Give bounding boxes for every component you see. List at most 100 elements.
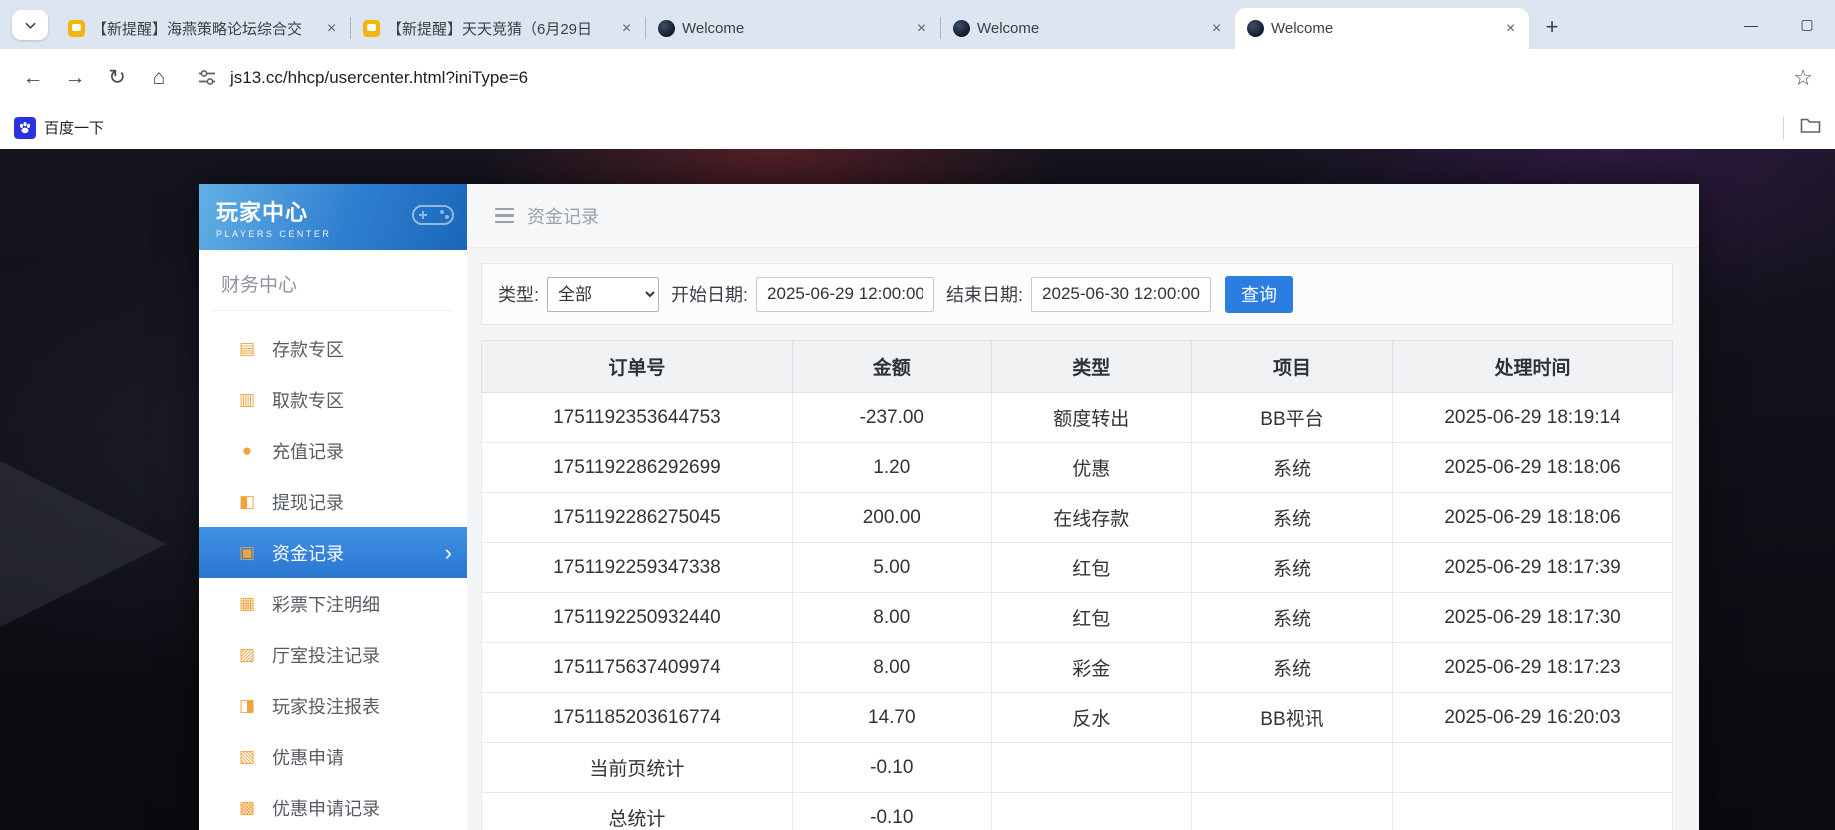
table-row: 1751192250932440 8.00 红包 系统 2025-06-29 1… <box>481 592 1673 643</box>
funds-table: 订单号 金额 类型 项目 处理时间 1751192353644753 -237.… <box>481 340 1673 830</box>
site-favicon <box>1247 20 1264 37</box>
site-settings-icon[interactable] <box>198 69 216 87</box>
cell-order-id: 1751175637409974 <box>481 642 793 693</box>
cell-project: BB视讯 <box>1190 692 1394 743</box>
coin-icon: ● <box>241 440 253 460</box>
refresh-button[interactable]: ↻ <box>96 57 138 99</box>
cell-type: 红包 <box>990 542 1192 593</box>
table-row: 1751175637409974 8.00 彩金 系统 2025-06-29 1… <box>481 642 1673 693</box>
close-icon[interactable]: × <box>911 18 932 39</box>
sidebar-item-label: 资金记录 <box>272 543 344 564</box>
address-bar[interactable]: js13.cc/hhcp/usercenter.html?iniType=6 ☆ <box>186 57 1823 99</box>
tab-bar: 【新提醒】海燕策略论坛综合交 × 【新提醒】天天竞猜（6月29日 × Welco… <box>0 0 1835 49</box>
window-controls: — ▢ <box>1723 0 1835 49</box>
cell-order-id: 1751192250932440 <box>481 592 793 643</box>
gamepad-icon <box>411 200 455 235</box>
cell-time: 2025-06-29 18:17:30 <box>1392 592 1673 643</box>
sidebar-item-label: 存款专区 <box>272 339 344 360</box>
cell-amount: 8.00 <box>791 642 992 693</box>
report-icon: ◨ <box>238 695 256 715</box>
tab-title: 【新提醒】天天竞猜（6月29日 <box>387 21 593 38</box>
close-icon[interactable]: × <box>1500 18 1521 39</box>
tab-4[interactable]: Welcome × <box>941 8 1235 49</box>
chat-favicon <box>68 20 85 37</box>
close-icon[interactable]: × <box>616 18 637 39</box>
cell-project: 系统 <box>1190 492 1394 543</box>
url-text[interactable]: js13.cc/hhcp/usercenter.html?iniType=6 <box>230 68 528 88</box>
tab-search-button[interactable] <box>12 10 48 40</box>
search-button[interactable]: 查询 <box>1225 275 1294 313</box>
gift-icon: ▧ <box>238 746 256 766</box>
sidebar-item-label: 彩票下注明细 <box>272 594 380 615</box>
type-select[interactable]: 全部 <box>547 276 660 312</box>
bookmark-star-icon[interactable]: ☆ <box>1783 65 1823 91</box>
minimize-button[interactable]: — <box>1723 0 1779 49</box>
sidebar-item-promo-history[interactable]: ▩ 优惠申请记录 <box>199 782 467 830</box>
cell-time: 2025-06-29 16:20:03 <box>1392 692 1673 743</box>
cell-time: 2025-06-29 18:19:14 <box>1392 392 1673 443</box>
background-triangle-decoration <box>0 449 166 639</box>
sidebar-item-withdraw-history[interactable]: ◧ 提现记录 <box>199 476 467 527</box>
sidebar-item-label: 玩家投注报表 <box>272 696 380 717</box>
sidebar-item-deposit[interactable]: ▤ 存款专区 <box>199 323 467 374</box>
cell-amount: 14.70 <box>791 692 992 743</box>
forward-button[interactable]: → <box>54 57 96 99</box>
cell-type: 彩金 <box>990 642 1192 693</box>
home-button[interactable]: ⌂ <box>138 57 180 99</box>
sidebar-menu: ▤ 存款专区 ▥ 取款专区 ● 充值记录 ◧ 提现记录 ▣ 资金记录 › ▦ 彩… <box>199 311 467 830</box>
start-date-input[interactable] <box>756 276 935 312</box>
cell-time: 2025-06-29 18:18:06 <box>1392 492 1673 543</box>
cell-project: BB平台 <box>1190 392 1394 443</box>
page-background: 玩家中心 PLAYERS CENTER 财务中心 ▤ 存款专区 ▥ 取款专区 ●… <box>0 149 1835 830</box>
chat-favicon <box>363 20 380 37</box>
summary-amount: -0.10 <box>791 742 992 793</box>
summary-empty <box>1190 792 1394 830</box>
table-row: 1751185203616774 14.70 反水 BB视讯 2025-06-2… <box>481 692 1673 743</box>
sidebar-item-recharge-history[interactable]: ● 充值记录 <box>199 425 467 476</box>
maximize-button[interactable]: ▢ <box>1779 0 1835 49</box>
column-header: 订单号 <box>481 340 793 393</box>
tab-3[interactable]: Welcome × <box>646 8 940 49</box>
table-row: 1751192286275045 200.00 在线存款 系统 2025-06-… <box>481 492 1673 543</box>
sidebar-item-label: 厅室投注记录 <box>272 645 380 666</box>
sidebar-item-hall-bets[interactable]: ▨ 厅室投注记录 <box>199 629 467 680</box>
close-icon[interactable]: × <box>321 18 342 39</box>
cell-project: 系统 <box>1190 592 1394 643</box>
tab-2[interactable]: 【新提醒】天天竞猜（6月29日 × <box>351 8 645 49</box>
sidebar-item-label: 优惠申请记录 <box>272 798 380 819</box>
other-bookmarks-folder-icon[interactable] <box>1800 116 1821 139</box>
sidebar-item-funds-record[interactable]: ▣ 资金记录 › <box>199 527 467 578</box>
tab-5-active[interactable]: Welcome × <box>1235 8 1529 49</box>
bookmarks-bar: 百度一下 <box>0 106 1835 149</box>
back-button[interactable]: ← <box>12 57 54 99</box>
cell-time: 2025-06-29 18:17:23 <box>1392 642 1673 693</box>
sidebar: 玩家中心 PLAYERS CENTER 财务中心 ▤ 存款专区 ▥ 取款专区 ●… <box>199 184 467 830</box>
cell-type: 在线存款 <box>990 492 1192 543</box>
summary-empty <box>1190 742 1394 793</box>
sidebar-item-withdraw[interactable]: ▥ 取款专区 <box>199 374 467 425</box>
cell-order-id: 1751192353644753 <box>481 392 793 443</box>
new-tab-button[interactable]: + <box>1537 12 1567 42</box>
end-date-input[interactable] <box>1031 276 1212 312</box>
table-row: 1751192353644753 -237.00 额度转出 BB平台 2025-… <box>481 392 1673 443</box>
chevron-down-icon <box>24 22 36 29</box>
sidebar-item-lottery-bets[interactable]: ▦ 彩票下注明细 <box>199 578 467 629</box>
page-title: 资金记录 <box>527 206 599 227</box>
sidebar-item-bet-report[interactable]: ◨ 玩家投注报表 <box>199 680 467 731</box>
sidebar-item-promo-apply[interactable]: ▧ 优惠申请 <box>199 731 467 782</box>
navigation-bar: ← → ↻ ⌂ js13.cc/hhcp/usercenter.html?ini… <box>0 49 1835 106</box>
menu-icon <box>495 207 514 224</box>
cell-project: 系统 <box>1190 642 1394 693</box>
bookmark-baidu[interactable]: 百度一下 <box>14 116 104 139</box>
wallet-icon: ◧ <box>238 491 256 511</box>
cell-type: 反水 <box>990 692 1192 743</box>
cell-amount: 1.20 <box>791 442 992 493</box>
cell-project: 系统 <box>1190 542 1394 593</box>
tab-1[interactable]: 【新提醒】海燕策略论坛综合交 × <box>56 8 350 49</box>
table-row: 1751192286292699 1.20 优惠 系统 2025-06-29 1… <box>481 442 1673 493</box>
close-icon[interactable]: × <box>1206 18 1227 39</box>
end-date-label: 结束日期: <box>946 285 1024 305</box>
column-header: 类型 <box>990 340 1192 393</box>
bookmarks-right <box>1783 116 1821 139</box>
cell-order-id: 1751192286275045 <box>481 492 793 543</box>
